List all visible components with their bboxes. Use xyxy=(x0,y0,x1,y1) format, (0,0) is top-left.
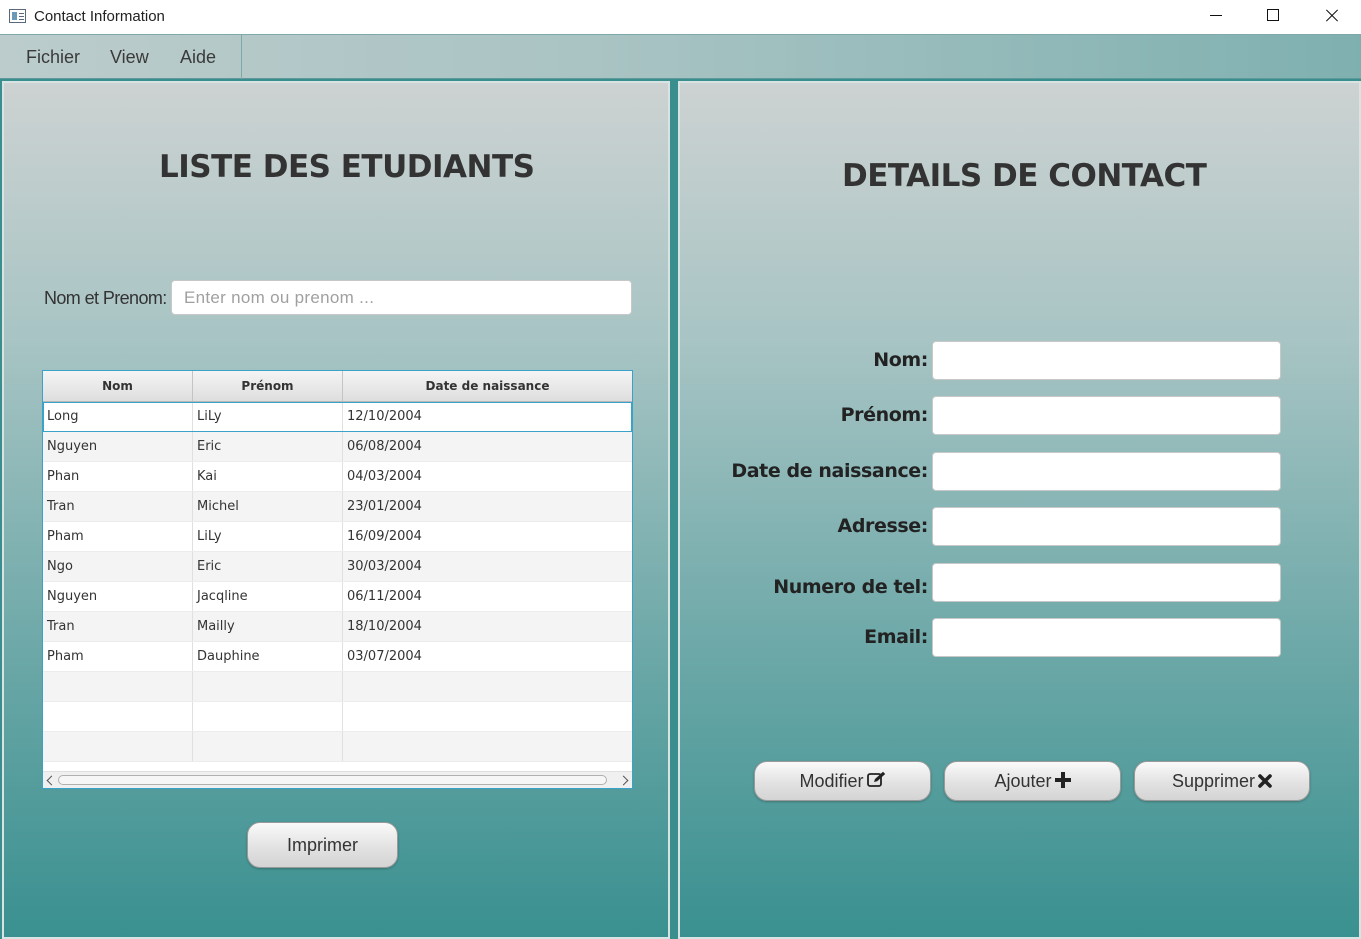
table-row[interactable]: Pham Dauphine 03/07/2004 xyxy=(43,642,632,672)
delete-button[interactable]: Supprimer xyxy=(1134,761,1310,801)
cell-date-naissance: 18/10/2004 xyxy=(347,619,422,634)
title-bar: Contact Information xyxy=(0,0,1361,34)
cell-prenom: Kai xyxy=(193,462,343,491)
table-row[interactable]: Ngo Eric 30/03/2004 xyxy=(43,552,632,582)
cell-nom: Long xyxy=(43,402,193,431)
print-button[interactable]: Imprimer xyxy=(247,822,398,868)
empty-cell xyxy=(343,702,632,731)
date-naissance-field[interactable] xyxy=(932,452,1281,491)
close-button[interactable] xyxy=(1302,0,1360,32)
cell-prenom: LiLy xyxy=(193,402,343,431)
edit-icon xyxy=(866,763,886,801)
cell-date-naissance: 23/01/2004 xyxy=(347,499,422,514)
cell-nom: Tran xyxy=(43,492,193,521)
cell-prenom: Eric xyxy=(193,432,343,461)
empty-table-row xyxy=(43,702,632,732)
prenom-field[interactable] xyxy=(932,396,1281,435)
empty-cell xyxy=(43,732,193,761)
modify-button-label: Modifier xyxy=(799,771,864,791)
empty-cell xyxy=(343,672,632,701)
cell-nom: Pham xyxy=(43,642,193,671)
delete-button-label: Supprimer xyxy=(1171,771,1256,791)
empty-cell xyxy=(343,732,632,761)
empty-table-row xyxy=(43,672,632,702)
cell-nom: Nguyen xyxy=(43,582,193,611)
email-field[interactable] xyxy=(932,618,1281,657)
table-row[interactable]: Pham LiLy 16/09/2004 xyxy=(43,522,632,552)
horizontal-scrollbar[interactable] xyxy=(43,771,632,788)
cell-date-naissance: 06/08/2004 xyxy=(347,439,422,454)
cell-date-naissance: 30/03/2004 xyxy=(347,559,422,574)
column-header-prenom[interactable]: Prénom xyxy=(193,371,343,401)
app-window-icon xyxy=(9,9,26,23)
cell-prenom: LiLy xyxy=(193,522,343,551)
cell-date-naissance: 16/09/2004 xyxy=(347,529,422,544)
scroll-right-icon[interactable] xyxy=(618,775,629,786)
modify-button[interactable]: Modifier xyxy=(754,761,931,801)
table-row[interactable]: Long LiLy 12/10/2004 xyxy=(43,402,632,432)
menu-aide[interactable]: Aide xyxy=(180,47,216,68)
table-row[interactable]: Tran Michel 23/01/2004 xyxy=(43,492,632,522)
scroll-left-icon[interactable] xyxy=(46,775,57,786)
table-row[interactable]: Phan Kai 04/03/2004 xyxy=(43,462,632,492)
cell-prenom: Michel xyxy=(193,492,343,521)
menu-view[interactable]: View xyxy=(110,47,149,68)
table-row[interactable]: Nguyen Jacqline 06/11/2004 xyxy=(43,582,632,612)
cell-nom: Nguyen xyxy=(43,432,193,461)
nom-label: Nom: xyxy=(873,349,928,371)
cell-prenom: Dauphine xyxy=(193,642,343,671)
empty-cell xyxy=(193,732,343,761)
column-header-date-naissance[interactable]: Date de naissance xyxy=(343,371,632,401)
cell-date-naissance: 12/10/2004 xyxy=(347,409,422,424)
student-list-heading: LISTE DES ETUDIANTS xyxy=(159,149,535,185)
empty-cell xyxy=(193,672,343,701)
email-label: Email: xyxy=(864,626,928,648)
maximize-button[interactable] xyxy=(1244,0,1302,32)
cell-date-naissance: 06/11/2004 xyxy=(347,589,422,604)
times-icon xyxy=(1258,763,1272,801)
menu-fichier[interactable]: Fichier xyxy=(26,47,80,68)
cell-nom: Pham xyxy=(43,522,193,551)
search-input[interactable] xyxy=(171,280,632,315)
contact-details-heading: DETAILS DE CONTACT xyxy=(842,158,1207,194)
numero-tel-label: Numero de tel: xyxy=(773,576,928,598)
nom-field[interactable] xyxy=(932,341,1281,380)
table-row[interactable]: Nguyen Eric 06/08/2004 xyxy=(43,432,632,462)
empty-table-row xyxy=(43,732,632,762)
cell-date-naissance: 03/07/2004 xyxy=(347,649,422,664)
prenom-label: Prénom: xyxy=(840,404,929,426)
cell-date-naissance: 04/03/2004 xyxy=(347,469,422,484)
numero-tel-field[interactable] xyxy=(932,563,1281,602)
window-title: Contact Information xyxy=(34,8,165,25)
plus-icon xyxy=(1054,763,1071,801)
empty-cell xyxy=(193,702,343,731)
cell-prenom: Jacqline xyxy=(193,582,343,611)
table-header: Nom Prénom Date de naissance xyxy=(43,371,632,402)
cell-prenom: Eric xyxy=(193,552,343,581)
minimize-button[interactable] xyxy=(1186,0,1244,32)
empty-cell xyxy=(43,702,193,731)
adresse-field[interactable] xyxy=(932,507,1281,546)
date-naissance-label: Date de naissance: xyxy=(731,460,928,482)
adresse-label: Adresse: xyxy=(837,515,929,537)
table-row[interactable]: Tran Mailly 18/10/2004 xyxy=(43,612,632,642)
add-button-label: Ajouter xyxy=(994,771,1052,791)
cell-nom: Phan xyxy=(43,462,193,491)
table-body: Long LiLy 12/10/2004 Nguyen Eric 06/08/2… xyxy=(43,402,632,762)
students-table: Nom Prénom Date de naissance Long LiLy 1… xyxy=(42,370,633,789)
cell-nom: Tran xyxy=(43,612,193,641)
search-label: Nom et Prenom: xyxy=(44,288,167,308)
cell-prenom: Mailly xyxy=(193,612,343,641)
scrollbar-thumb[interactable] xyxy=(58,775,607,785)
add-button[interactable]: Ajouter xyxy=(944,761,1121,801)
empty-cell xyxy=(43,672,193,701)
cell-nom: Ngo xyxy=(43,552,193,581)
column-header-nom[interactable]: Nom xyxy=(43,371,193,401)
menu-bar: Fichier View Aide xyxy=(0,34,1361,80)
